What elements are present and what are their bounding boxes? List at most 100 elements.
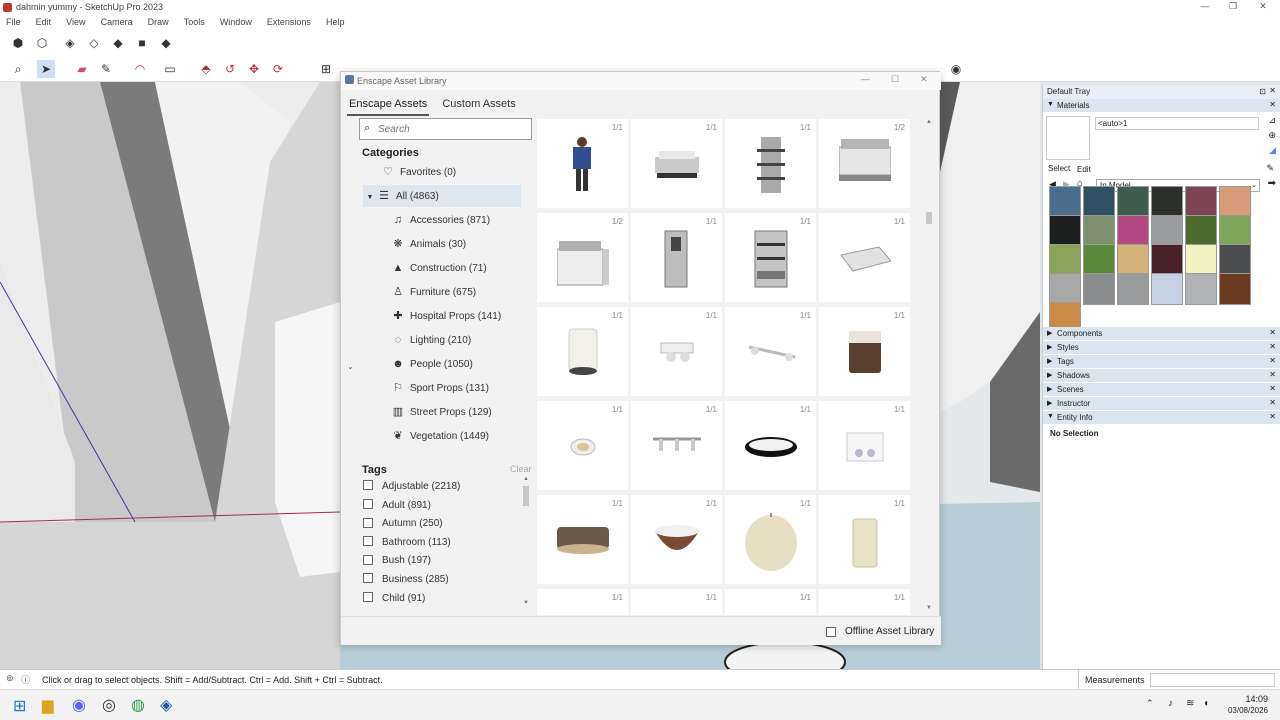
category-item[interactable]: ☻ People (1050) bbox=[391, 353, 473, 375]
sample-paint-icon[interactable]: ✎ bbox=[1266, 163, 1274, 174]
category-item[interactable]: ◌ Lighting (210) bbox=[391, 329, 471, 351]
zoom-extents-icon[interactable]: ⌕ bbox=[9, 60, 27, 78]
category-favorites[interactable]: ♡ Favorites (0) bbox=[381, 161, 456, 183]
clock-time[interactable]: 14:09 bbox=[1228, 694, 1268, 704]
sketchup-icon[interactable]: ◈ bbox=[160, 695, 172, 715]
dialog-minimize-icon[interactable]: — bbox=[861, 74, 870, 84]
asset-tile[interactable]: 1/1 bbox=[819, 589, 910, 615]
tray-section-entity-info[interactable]: ▼ Entity Info ✕ bbox=[1043, 411, 1280, 425]
measurements-input[interactable] bbox=[1150, 673, 1275, 687]
shaded-icon[interactable]: ◆ bbox=[109, 34, 127, 52]
asset-tile[interactable]: 1/1 bbox=[819, 495, 910, 584]
tag-checkbox[interactable] bbox=[363, 517, 373, 528]
tag-item[interactable]: Adult (891) bbox=[363, 497, 431, 515]
eraser-icon[interactable]: ▰ bbox=[73, 60, 91, 78]
monochrome-icon[interactable]: ◆ bbox=[157, 34, 175, 52]
tag-item[interactable]: Bush (197) bbox=[363, 552, 431, 570]
section-close-icon[interactable]: ✕ bbox=[1269, 342, 1276, 351]
offset-icon[interactable]: ↺ bbox=[221, 60, 239, 78]
tag-checkbox[interactable] bbox=[363, 591, 373, 602]
tray-overflow-icon[interactable]: ⌃ bbox=[1146, 698, 1154, 709]
tab-select[interactable]: Select bbox=[1048, 164, 1070, 173]
search-box[interactable]: ⌕ bbox=[359, 118, 532, 140]
menu-tools[interactable]: Tools bbox=[184, 17, 205, 27]
section-close-icon[interactable]: ✕ bbox=[1269, 412, 1276, 421]
section-close-icon[interactable]: ✕ bbox=[1269, 384, 1276, 393]
front-view-icon[interactable]: ◈ bbox=[61, 34, 79, 52]
tag-checkbox[interactable] bbox=[363, 554, 373, 565]
volume-icon[interactable]: ◖ bbox=[1203, 698, 1209, 709]
tab-edit[interactable]: Edit bbox=[1077, 165, 1091, 174]
textured-icon[interactable]: ■ bbox=[133, 34, 151, 52]
asset-tile[interactable]: 1/1 bbox=[725, 495, 816, 584]
info-icon[interactable]: ⓘ bbox=[21, 673, 30, 686]
material-swatch[interactable] bbox=[1083, 244, 1115, 276]
details-icon[interactable]: ➡ bbox=[1268, 178, 1276, 189]
material-swatch[interactable] bbox=[1049, 186, 1081, 218]
material-swatch[interactable] bbox=[1219, 215, 1251, 247]
menu-file[interactable]: File bbox=[6, 17, 21, 27]
menu-window[interactable]: Window bbox=[220, 17, 252, 27]
section-close-icon[interactable]: ✕ bbox=[1269, 356, 1276, 365]
asset-tile[interactable]: 1/1 bbox=[725, 213, 816, 302]
search-input[interactable] bbox=[378, 121, 528, 137]
dialog-maximize-icon[interactable]: ☐ bbox=[891, 74, 899, 85]
tag-item[interactable]: Child (91) bbox=[363, 590, 425, 608]
move-icon[interactable]: ✥ bbox=[245, 60, 263, 78]
menu-camera[interactable]: Camera bbox=[101, 17, 133, 27]
dialog-close-icon[interactable]: ✕ bbox=[920, 74, 928, 85]
windows-start-icon[interactable]: ⊞ bbox=[13, 696, 26, 716]
asset-tile[interactable]: 1/1 bbox=[537, 307, 628, 396]
asset-tile[interactable]: 1/1 bbox=[537, 589, 628, 615]
material-swatch[interactable] bbox=[1185, 273, 1217, 305]
tag-item[interactable]: Adjustable (2218) bbox=[363, 478, 460, 496]
tag-item[interactable]: Bathroom (113) bbox=[363, 534, 451, 552]
category-item[interactable]: ❋ Animals (30) bbox=[391, 233, 466, 255]
material-swatch[interactable] bbox=[1185, 244, 1217, 276]
category-item[interactable]: ❦ Vegetation (1449) bbox=[391, 425, 489, 447]
display-secondary-icon[interactable]: ⊿ bbox=[1268, 115, 1276, 126]
material-swatch[interactable] bbox=[1151, 244, 1183, 276]
tab-enscape-assets[interactable]: Enscape Assets bbox=[347, 96, 430, 116]
category-item[interactable]: ♫ Accessories (871) bbox=[391, 209, 490, 231]
pin-icon[interactable]: ⊡ bbox=[1259, 87, 1266, 96]
tags-scrollbar[interactable]: ▲ ▼ bbox=[521, 476, 530, 608]
tray-section-components[interactable]: ▶ Components ✕ bbox=[1043, 327, 1280, 341]
right-view-icon[interactable]: ◇ bbox=[85, 34, 103, 52]
material-swatch[interactable] bbox=[1117, 215, 1149, 247]
material-swatch[interactable] bbox=[1083, 186, 1115, 218]
tray-section-shadows[interactable]: ▶ Shadows ✕ bbox=[1043, 369, 1280, 383]
clear-tags-button[interactable]: Clear bbox=[510, 464, 532, 474]
dialog-title-bar[interactable]: Enscape Asset Library — ☐ ✕ bbox=[341, 72, 941, 90]
tray-section-scenes[interactable]: ▶ Scenes ✕ bbox=[1043, 383, 1280, 397]
tag-checkbox[interactable] bbox=[363, 573, 373, 584]
asset-tile[interactable]: 1/1 bbox=[631, 119, 722, 208]
default-material-icon[interactable]: ◢ bbox=[1269, 145, 1276, 156]
menu-draw[interactable]: Draw bbox=[148, 17, 169, 27]
asset-tile[interactable]: 1/1 bbox=[631, 213, 722, 302]
section-close-icon[interactable]: ✕ bbox=[1269, 370, 1276, 379]
material-swatch[interactable] bbox=[1185, 215, 1217, 247]
github-icon[interactable]: ◎ bbox=[102, 695, 116, 715]
wifi-icon[interactable]: ≋ bbox=[1186, 698, 1194, 709]
asset-tile[interactable]: 1/1 bbox=[631, 495, 722, 584]
create-material-icon[interactable]: ⊕ bbox=[1268, 130, 1276, 141]
tag-item[interactable]: Business (285) bbox=[363, 571, 449, 589]
asset-tile[interactable]: 1/1 bbox=[631, 401, 722, 490]
tray-close-icon[interactable]: ✕ bbox=[1269, 86, 1276, 95]
tag-item[interactable]: Autumn (250) bbox=[363, 515, 443, 533]
asset-tile[interactable]: 1/1 bbox=[819, 401, 910, 490]
rotate-icon[interactable]: ⟳ bbox=[269, 60, 287, 78]
material-swatch[interactable] bbox=[1083, 215, 1115, 247]
top-view-icon[interactable]: ⬡ bbox=[33, 34, 51, 52]
pencil-icon[interactable]: ✎ bbox=[97, 60, 115, 78]
collapse-panel-icon[interactable]: ⌄ bbox=[347, 362, 354, 371]
tray-section-tags[interactable]: ▶ Tags ✕ bbox=[1043, 355, 1280, 369]
rectangle-icon[interactable]: ▭ bbox=[161, 60, 179, 78]
tag-checkbox[interactable] bbox=[363, 480, 373, 491]
asset-tile[interactable]: 1/1 bbox=[537, 495, 628, 584]
category-all[interactable]: ▼ ☰ All (4863) bbox=[363, 185, 521, 207]
category-item[interactable]: ✚ Hospital Props (141) bbox=[391, 305, 501, 327]
menu-help[interactable]: Help bbox=[326, 17, 345, 27]
material-swatch[interactable] bbox=[1049, 273, 1081, 305]
